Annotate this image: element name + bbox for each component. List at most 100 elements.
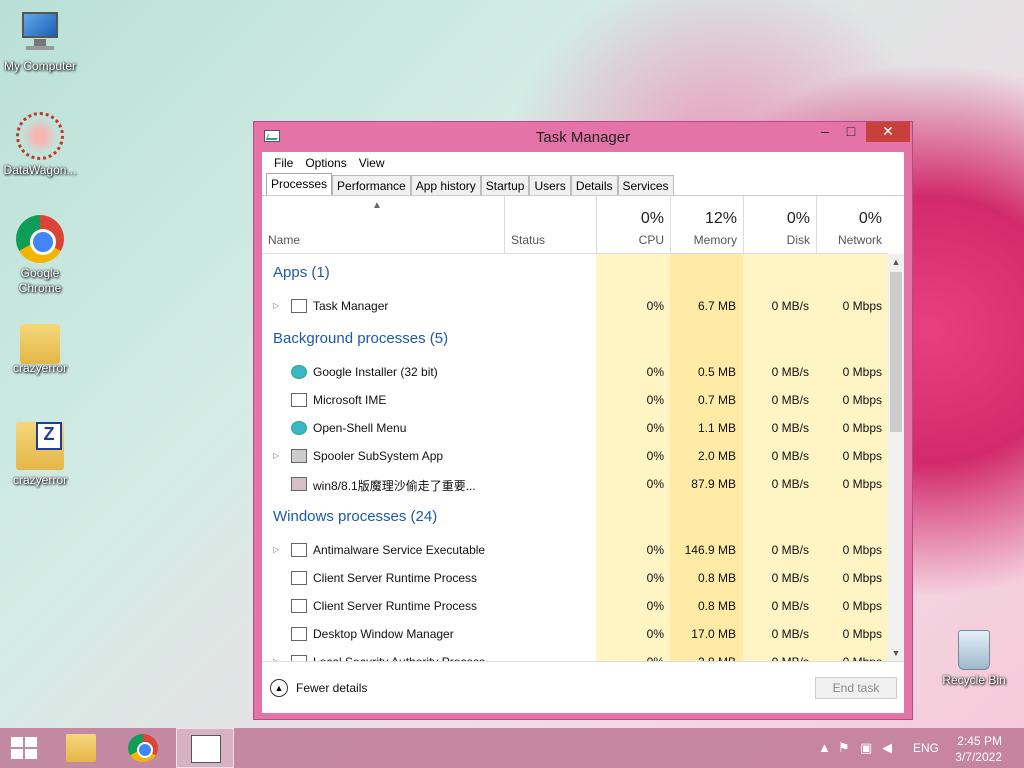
- process-name: Google Installer (32 bit): [313, 365, 438, 379]
- start-button[interactable]: [0, 728, 58, 768]
- menu-bar: File Options View: [262, 152, 904, 174]
- app-icon: [291, 477, 307, 491]
- group-label: Windows processes (24): [273, 508, 438, 525]
- disk-value: 0 MB/s: [771, 599, 809, 613]
- desktop-icon-datawagon[interactable]: DataWagon...: [0, 112, 80, 178]
- process-row[interactable]: ▷ Task Manager 0% 6.7 MB 0 MB/s 0 Mbps: [262, 292, 888, 320]
- group-header[interactable]: Windows processes (24): [262, 498, 888, 536]
- menu-file[interactable]: File: [268, 156, 299, 170]
- memory-value: 0.7 MB: [697, 393, 736, 407]
- memory-value: 0.8 MB: [697, 599, 736, 613]
- desktop-icon-label: My Computer: [3, 59, 77, 73]
- column-header-cpu[interactable]: 0% CPU: [596, 196, 670, 254]
- expand-arrow-icon[interactable]: ▷: [273, 301, 279, 310]
- desktop-icon-crazyerror-folder[interactable]: crazyerror: [0, 318, 80, 376]
- scroll-down-arrow-icon[interactable]: ▼: [888, 645, 904, 661]
- taskbar-google-chrome[interactable]: [114, 728, 172, 768]
- process-window-icon: [291, 543, 307, 557]
- process-row[interactable]: Google Installer (32 bit) 0% 0.5 MB 0 MB/s 0…: [262, 358, 888, 386]
- clock-date[interactable]: 3/7/2022: [955, 750, 1002, 764]
- show-hidden-icons-icon[interactable]: ▲: [818, 740, 831, 755]
- memory-value: 0.8 MB: [697, 571, 736, 585]
- desktop-icon-recycle-bin[interactable]: Recycle Bin: [934, 630, 1014, 688]
- taskbar-task-manager[interactable]: [176, 728, 234, 768]
- taskbar-file-explorer[interactable]: [52, 728, 110, 768]
- menu-options[interactable]: Options: [299, 156, 352, 170]
- computer-icon: [16, 8, 64, 56]
- process-row[interactable]: ▷ Local Security Authority Process 0% 2.8 M…: [262, 648, 888, 662]
- tab-processes[interactable]: Processes: [266, 173, 333, 195]
- process-row[interactable]: Microsoft IME 0% 0.7 MB 0 MB/s 0 Mbps: [262, 386, 888, 414]
- desktop-icon-label: DataWagon...: [3, 163, 77, 177]
- cpu-value: 0%: [646, 421, 664, 435]
- network-value: 0 Mbps: [842, 299, 882, 313]
- scroll-thumb[interactable]: [890, 272, 902, 432]
- network-value: 0 Mbps: [842, 365, 882, 379]
- column-label-disk: Disk: [786, 233, 810, 247]
- process-row[interactable]: win8/8.1版魔理沙偷走了重要... 0% 87.9 MB 0 MB/s 0 Mbp…: [262, 470, 888, 498]
- end-task-button[interactable]: End task: [815, 677, 897, 699]
- column-header-network[interactable]: 0% Network: [816, 196, 888, 254]
- column-header-name[interactable]: ▲ Name: [262, 196, 504, 254]
- tab-details[interactable]: Details: [570, 175, 618, 195]
- process-row[interactable]: Open-Shell Menu 0% 1.1 MB 0 MB/s 0 Mbps: [262, 414, 888, 442]
- disk-value: 0 MB/s: [771, 543, 809, 557]
- process-rows: Apps (1) ▷ Task Manager 0% 6.7 MB 0 MB/s 0 Mbp…: [262, 254, 888, 662]
- tab-users[interactable]: Users: [529, 175, 571, 195]
- column-header-status[interactable]: Status: [504, 196, 604, 254]
- maximize-button[interactable]: □: [838, 122, 864, 142]
- process-window-icon: [291, 655, 307, 661]
- input-language[interactable]: ENG: [913, 741, 939, 755]
- desktop-icon-crazyerror-zip[interactable]: crazyerror: [0, 422, 80, 488]
- minimize-button[interactable]: –: [812, 122, 838, 142]
- process-name: Open-Shell Menu: [313, 421, 407, 435]
- cpu-value: 0%: [646, 299, 664, 313]
- column-header-memory[interactable]: 12% Memory: [670, 196, 743, 254]
- fewer-details-link[interactable]: Fewer details: [296, 681, 367, 695]
- desktop-icon-google-chrome[interactable]: Google Chrome: [0, 215, 80, 296]
- close-button[interactable]: ✕: [866, 122, 910, 142]
- task-manager-window: Task Manager – □ ✕ File Options View Pro…: [253, 121, 913, 720]
- desktop-icon-my-computer[interactable]: My Computer: [0, 8, 80, 74]
- expand-arrow-icon[interactable]: ▷: [273, 545, 279, 554]
- memory-value: 146.9 MB: [684, 543, 736, 557]
- tab-services[interactable]: Services: [617, 175, 674, 195]
- group-header[interactable]: Background processes (5): [262, 320, 888, 358]
- process-name: Local Security Authority Process: [313, 655, 486, 662]
- process-row[interactable]: ▷ Antimalware Service Executable 0% 146.9 M…: [262, 536, 888, 564]
- chevron-up-icon[interactable]: ▲: [270, 679, 288, 697]
- cpu-value: 0%: [646, 365, 664, 379]
- cpu-value: 0%: [646, 449, 664, 463]
- menu-view[interactable]: View: [353, 156, 391, 170]
- tab-app-history[interactable]: App history: [410, 175, 481, 195]
- process-name: Desktop Window Manager: [313, 627, 454, 641]
- tab-startup[interactable]: Startup: [480, 175, 530, 195]
- process-row[interactable]: Client Server Runtime Process 0% 0.8 MB 0 M…: [262, 592, 888, 620]
- process-row[interactable]: ▷ Spooler SubSystem App 0% 2.0 MB 0 MB/s 0 Mb…: [262, 442, 888, 470]
- clock-time[interactable]: 2:45 PM: [957, 734, 1002, 748]
- footer-bar: ▲ Fewer details End task: [262, 662, 904, 713]
- group-header[interactable]: Apps (1): [262, 254, 888, 292]
- action-center-flag-icon[interactable]: ⚑: [838, 740, 850, 756]
- vertical-scrollbar[interactable]: ▲ ▼: [888, 254, 904, 661]
- cpu-value: 0%: [646, 543, 664, 557]
- memory-value: 17.0 MB: [691, 627, 736, 641]
- sort-ascending-icon: ▲: [372, 200, 382, 211]
- column-header-disk[interactable]: 0% Disk: [743, 196, 816, 254]
- expand-arrow-icon[interactable]: ▷: [273, 451, 279, 460]
- disk-value: 0 MB/s: [771, 299, 809, 313]
- task-manager-icon: [191, 735, 221, 763]
- title-bar[interactable]: Task Manager – □ ✕: [254, 122, 912, 152]
- scroll-up-arrow-icon[interactable]: ▲: [888, 254, 904, 270]
- process-window-icon: [291, 627, 307, 641]
- desktop-icon-label: crazyerror: [12, 473, 67, 487]
- tab-performance[interactable]: Performance: [332, 175, 411, 195]
- process-row[interactable]: Desktop Window Manager 0% 17.0 MB 0 MB/s 0 M…: [262, 620, 888, 648]
- tab-strip: Processes Performance App history Startu…: [262, 173, 904, 196]
- volume-muted-icon[interactable]: ◀: [882, 740, 892, 756]
- cpu-total: 0%: [640, 210, 664, 227]
- network-value: 0 Mbps: [842, 571, 882, 585]
- process-row[interactable]: Client Server Runtime Process 0% 0.8 MB 0 M…: [262, 564, 888, 592]
- network-value: 0 Mbps: [842, 421, 882, 435]
- network-icon[interactable]: ▣: [860, 740, 872, 756]
